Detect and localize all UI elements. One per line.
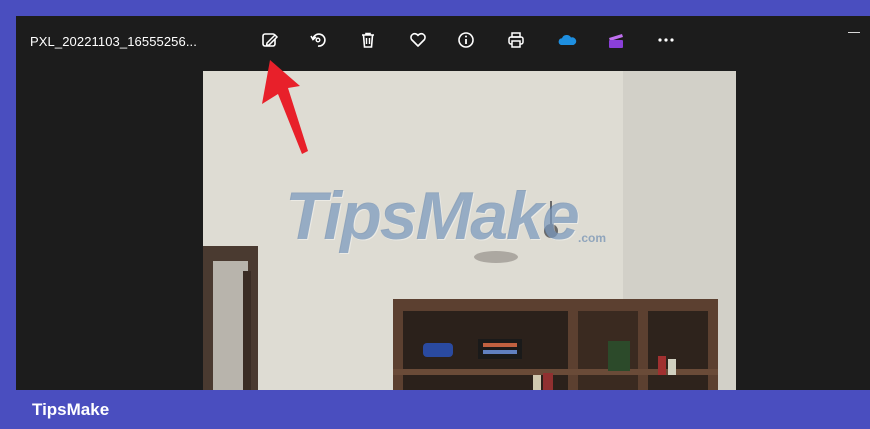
favorite-heart-icon [410, 32, 426, 47]
edit-image-icon [262, 33, 279, 47]
minimize-button[interactable] [848, 26, 860, 38]
annotation-arrow [262, 60, 308, 154]
info-icon [458, 32, 474, 48]
delete-button[interactable] [356, 28, 380, 52]
clipchamp-button[interactable] [604, 28, 628, 52]
photos-app-window: PXL_20221103_16555256... TipsMake .com [16, 16, 870, 390]
print-icon [508, 32, 524, 48]
more-options-button[interactable] [654, 28, 678, 52]
footer-brand: TipsMake [32, 400, 110, 419]
info-button[interactable] [454, 28, 478, 52]
onedrive-cloud-icon [558, 34, 577, 45]
rotate-button[interactable] [306, 28, 330, 52]
watermark-suffix: .com [578, 231, 607, 245]
delete-icon [362, 32, 374, 48]
watermark: TipsMake [285, 178, 580, 254]
file-name: PXL_20221103_16555256... [30, 34, 197, 49]
edit-image-button[interactable] [258, 28, 282, 52]
footer-bar: TipsMake [16, 390, 870, 429]
title-bar: PXL_20221103_16555256... [16, 16, 870, 66]
rotate-icon [310, 33, 326, 47]
favorite-button[interactable] [406, 28, 430, 52]
onedrive-button[interactable] [555, 28, 579, 52]
print-button[interactable] [504, 28, 528, 52]
clipchamp-icon [609, 34, 623, 48]
more-options-icon [658, 38, 674, 42]
